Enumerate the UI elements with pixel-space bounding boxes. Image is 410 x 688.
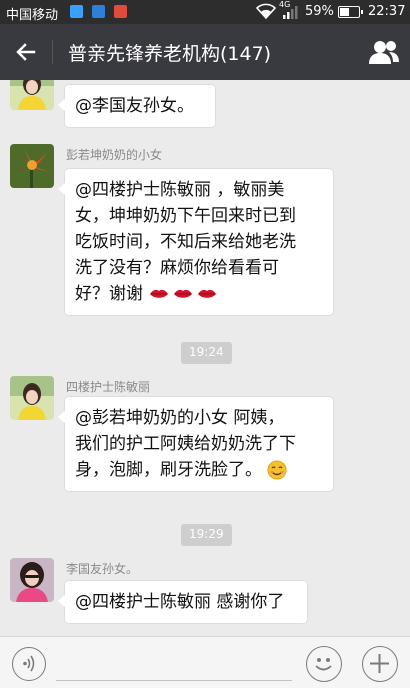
gallery-icon xyxy=(92,5,105,18)
message-line: 女，坤坤奶奶下午回来时已到 xyxy=(75,206,296,226)
message-bubble[interactable]: @彭若坤奶奶的小女 阿姨， 我们的护工阿姨给奶奶洗了下 身，泡脚，刷牙洗脸了。 xyxy=(58,396,334,492)
chat-header: 普亲先锋养老机构(147) xyxy=(0,24,410,80)
more-button[interactable] xyxy=(362,646,398,682)
signal-icon xyxy=(283,6,298,19)
message-text: @四楼护士陈敏丽 感谢你了 xyxy=(75,592,285,612)
plus-icon xyxy=(370,654,389,673)
voice-icon xyxy=(23,655,35,672)
smile-emoji-icon xyxy=(267,460,287,480)
settings-icon xyxy=(114,5,127,18)
lips-emoji-icon xyxy=(150,289,217,298)
avatar[interactable] xyxy=(10,144,54,188)
message-icon xyxy=(70,5,83,18)
avatar[interactable] xyxy=(10,80,54,110)
sender-name: 彭若坤奶奶的小女 xyxy=(66,148,163,162)
clock: 22:37 xyxy=(368,4,406,19)
message-bubble[interactable]: @四楼护士陈敏丽 ，敏丽美 女，坤坤奶奶下午回来时已到 吃饭时间，不知后来给她老… xyxy=(58,168,334,316)
battery-percent: 59% xyxy=(305,4,334,19)
avatar[interactable] xyxy=(10,558,54,602)
message-line: 好？谢谢 xyxy=(75,284,143,304)
timestamp-badge: 19:24 xyxy=(181,342,232,364)
message-line: 吃饭时间，不知后来给她老洗 xyxy=(75,232,296,252)
voice-button[interactable] xyxy=(12,647,46,681)
timestamp-badge: 19:29 xyxy=(181,524,232,546)
back-arrow-icon[interactable] xyxy=(12,38,40,66)
group-members-icon[interactable] xyxy=(368,38,400,66)
message-list[interactable]: @李国友孙女。 彭若坤奶奶的小女 @四楼护士陈敏丽 ，敏丽美 女，坤坤奶奶下午回… xyxy=(0,80,410,636)
header-divider xyxy=(52,40,53,64)
message-input[interactable] xyxy=(56,647,292,681)
carrier-label: 中国移动 xyxy=(6,8,59,23)
battery-icon xyxy=(338,6,363,18)
emoji-icon xyxy=(315,658,332,671)
message-line: 身，泡脚，刷牙洗脸了。 xyxy=(75,460,262,480)
emoji-button[interactable] xyxy=(306,646,342,682)
sender-name: 四楼护士陈敏丽 xyxy=(66,380,151,394)
message-line: @彭若坤奶奶的小女 阿姨， xyxy=(75,408,285,428)
message-line: 洗了没有？麻烦你给看看可 xyxy=(75,258,279,278)
chat-title: 普亲先锋养老机构(147) xyxy=(68,43,272,65)
status-bar: 中国移动 4G 59% 22:37 xyxy=(0,0,410,24)
message-line: 我们的护工阿姨给奶奶洗了下 xyxy=(75,434,296,454)
message-bubble[interactable]: @李国友孙女。 xyxy=(58,84,216,128)
sender-name: 李国友孙女。 xyxy=(66,562,139,576)
message-text: @李国友孙女。 xyxy=(75,96,194,116)
message-bubble[interactable]: @四楼护士陈敏丽 感谢你了 xyxy=(58,580,308,624)
avatar[interactable] xyxy=(10,376,54,420)
input-bar xyxy=(0,636,410,688)
message-line: @四楼护士陈敏丽 ，敏丽美 xyxy=(75,180,285,200)
wifi-icon xyxy=(256,3,276,19)
